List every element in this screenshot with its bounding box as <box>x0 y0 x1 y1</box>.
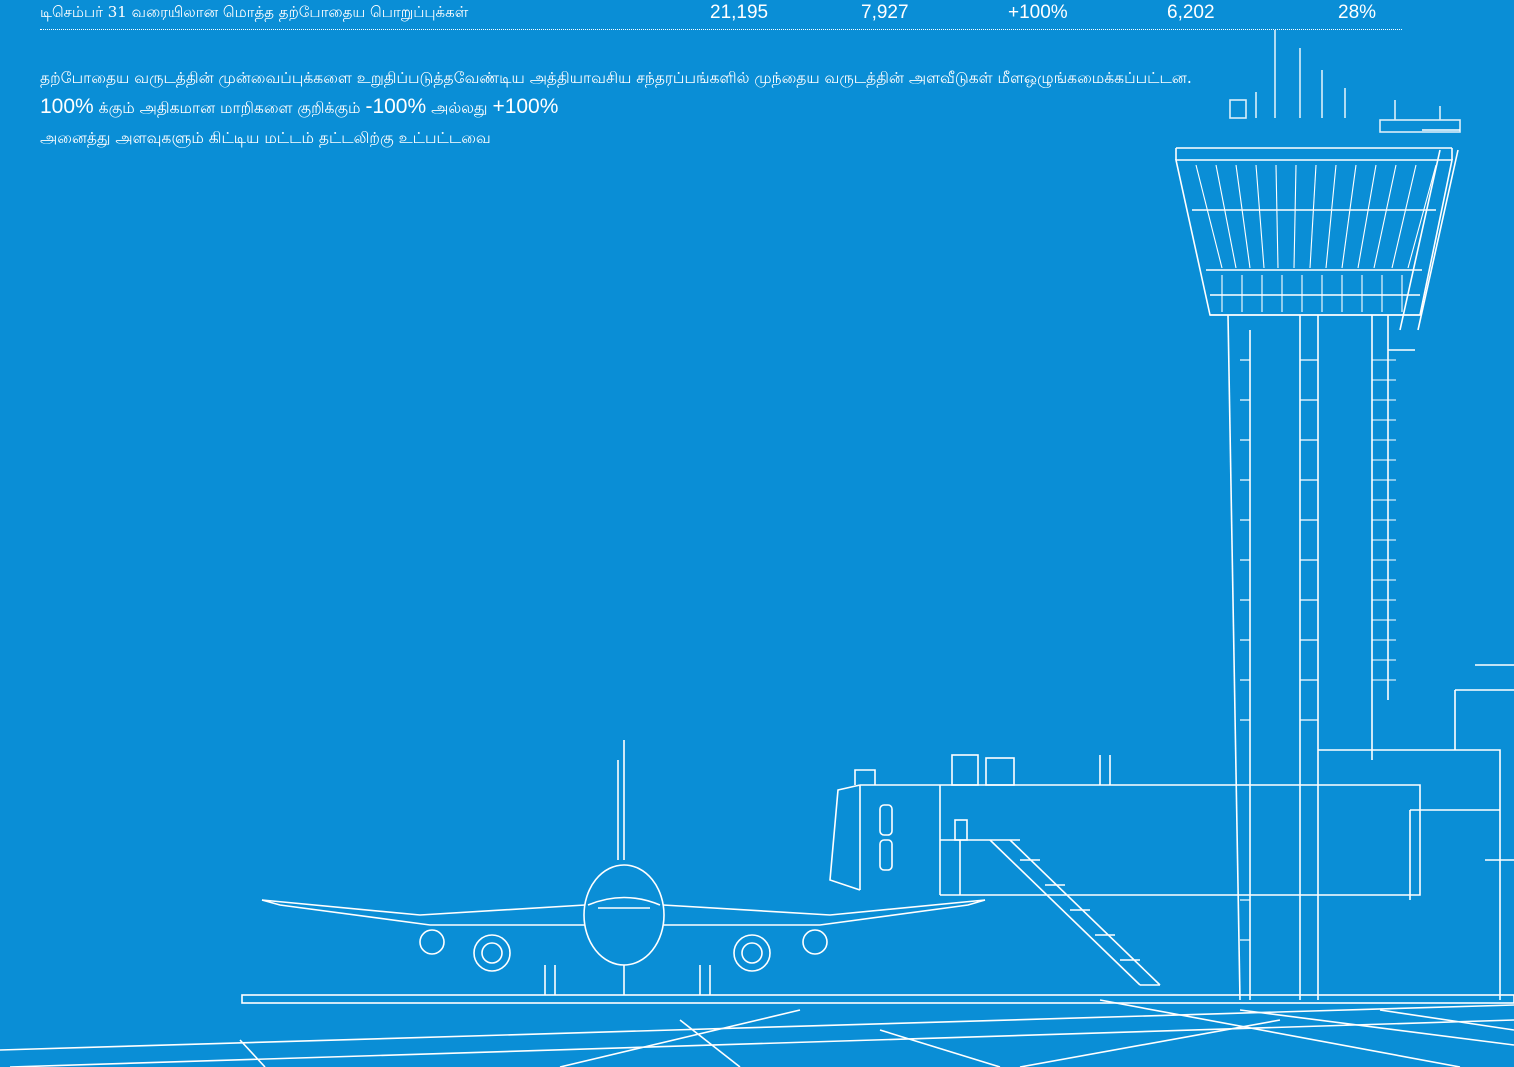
footnote-pct-plus-100: +100% <box>492 95 559 118</box>
footnote-pct-100: 100% <box>40 95 94 118</box>
tower-shaft <box>1227 129 1460 1001</box>
tower-cab <box>1175 147 1453 316</box>
cell-value-2: 7,927 <box>861 2 909 23</box>
runway <box>0 994 1514 1067</box>
table-row-total-current-liabilities: டிசெம்பர் 31 வரையிலான மொத்த தற்போதைய பொற… <box>40 0 1402 30</box>
report-page: டிசெம்பர் 31 வரையிலான மொத்த தற்போதைய பொற… <box>0 0 1514 1067</box>
cell-value-3: +100% <box>1008 2 1068 23</box>
footnote-reclassification: தற்போதைய வருடத்தின் முன்வைப்புக்களை உறுத… <box>40 69 1192 87</box>
cell-value-4: 6,202 <box>1167 2 1215 23</box>
footnote-text-1: க்கும் அதிகமான மாறிகளை குறிக்கும் <box>98 99 361 117</box>
footnote-variance: 100% க்கும் அதிகமான மாறிகளை குறிக்கும் -… <box>40 92 1365 123</box>
terminal-building <box>1318 664 1514 1000</box>
airport-illustration <box>0 30 1514 1067</box>
jet-bridge <box>829 754 1421 986</box>
footnote-text-2: அல்லது <box>431 99 488 117</box>
footnotes: தற்போதைய வருடத்தின் முன்வைப்புக்களை உறுத… <box>40 64 1365 153</box>
footnote-pct-minus-100: -100% <box>365 95 427 118</box>
cell-value-5: 28% <box>1338 2 1377 23</box>
footnote-rounding: அனைத்து அளவுகளும் கிட்டிய மட்டம் தட்டலிற… <box>40 129 491 147</box>
cell-value-1: 21,195 <box>710 2 769 23</box>
row-label: டிசெம்பர் 31 வரையிலான மொத்த தற்போதைய பொற… <box>40 3 469 21</box>
airplane <box>261 740 986 995</box>
